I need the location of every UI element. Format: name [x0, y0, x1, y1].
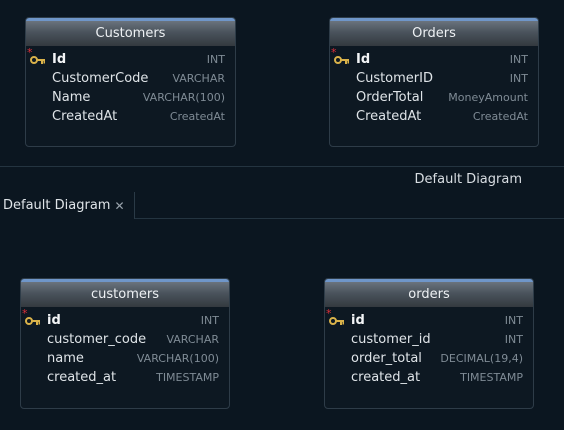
column-name: CreatedAt	[52, 109, 118, 124]
key-icon	[30, 56, 45, 64]
table-card[interactable]: Customers * Id INT CustomerCode VARCHAR Name VA…	[25, 17, 236, 147]
column-type: VARCHAR(100)	[142, 91, 225, 104]
table-card[interactable]: customers * id INT customer_code VARCHAR name V…	[20, 278, 230, 409]
column-name: CustomerID	[356, 71, 433, 86]
column-type: INT	[509, 72, 528, 85]
column-name: customer_code	[47, 332, 147, 347]
bottom-diagram-canvas[interactable]: customers * id INT customer_code VARCHAR name V…	[0, 219, 564, 430]
tab-default-diagram[interactable]: Default Diagram ✕	[0, 192, 135, 219]
column-type: INT	[509, 53, 528, 66]
column-type: VARCHAR	[166, 333, 219, 346]
table-title[interactable]: customers	[21, 279, 229, 307]
column-name: customer_id	[351, 332, 431, 347]
column-row[interactable]: order_total DECIMAL(19,4)	[325, 349, 533, 368]
column-row[interactable]: CreatedAt CreatedAt	[330, 107, 538, 126]
column-name: id	[351, 313, 365, 328]
column-type: CreatedAt	[472, 110, 528, 123]
column-row[interactable]: Name VARCHAR(100)	[26, 88, 235, 107]
column-row[interactable]: created_at TIMESTAMP	[21, 368, 229, 387]
column-row[interactable]: customer_code VARCHAR	[21, 330, 229, 349]
column-row[interactable]: * id INT	[325, 308, 533, 330]
column-name: Id	[52, 52, 67, 67]
column-type: INT	[200, 314, 219, 327]
column-type: CreatedAt	[169, 110, 225, 123]
column-row[interactable]: CustomerID INT	[330, 69, 538, 88]
column-list: * id INT customer_code VARCHAR name VARCHAR(10…	[21, 307, 229, 387]
table-card[interactable]: orders * id INT customer_id INT order_total DEC…	[324, 278, 534, 409]
table-title[interactable]: orders	[325, 279, 533, 307]
column-type: TIMESTAMP	[460, 371, 523, 384]
column-name: created_at	[47, 370, 117, 385]
column-row[interactable]: OrderTotal MoneyAmount	[330, 88, 538, 107]
column-type: TIMESTAMP	[156, 371, 219, 384]
column-name: Id	[356, 52, 371, 67]
column-row[interactable]: * id INT	[21, 308, 229, 330]
column-name: id	[47, 313, 61, 328]
table-title[interactable]: Customers	[26, 18, 235, 46]
column-name: CustomerCode	[52, 71, 149, 86]
diagram-tab-bar: Default Diagram ✕	[0, 192, 564, 219]
column-list: * Id INT CustomerID INT OrderTotal MoneyAmount…	[330, 46, 538, 126]
tab-label: Default Diagram	[3, 198, 111, 213]
column-name: OrderTotal	[356, 90, 424, 105]
column-row[interactable]: name VARCHAR(100)	[21, 349, 229, 368]
close-icon[interactable]: ✕	[114, 199, 124, 213]
column-row[interactable]: * Id INT	[330, 47, 538, 69]
column-type: INT	[504, 314, 523, 327]
column-row[interactable]: * Id INT	[26, 47, 235, 69]
column-list: * id INT customer_id INT order_total DECIMAL(1…	[325, 307, 533, 387]
column-name: CreatedAt	[356, 109, 422, 124]
column-row[interactable]: created_at TIMESTAMP	[325, 368, 533, 387]
column-type: MoneyAmount	[448, 91, 528, 104]
column-name: order_total	[351, 351, 422, 366]
column-type: INT	[206, 53, 225, 66]
column-type: VARCHAR	[172, 72, 225, 85]
table-card[interactable]: Orders * Id INT CustomerID INT OrderTotal Money…	[329, 17, 539, 147]
table-title[interactable]: Orders	[330, 18, 538, 46]
column-type: INT	[504, 333, 523, 346]
key-icon	[25, 317, 40, 325]
column-row[interactable]: CreatedAt CreatedAt	[26, 107, 235, 126]
top-diagram-canvas[interactable]: Customers * Id INT CustomerCode VARCHAR Name VA…	[0, 0, 564, 167]
column-row[interactable]: CustomerCode VARCHAR	[26, 69, 235, 88]
key-icon	[329, 317, 344, 325]
column-name: Name	[52, 90, 91, 105]
key-icon	[334, 56, 349, 64]
diagram-title: Default Diagram	[414, 172, 522, 187]
column-list: * Id INT CustomerCode VARCHAR Name VARCHAR(100…	[26, 46, 235, 126]
column-name: name	[47, 351, 84, 366]
column-type: DECIMAL(19,4)	[440, 352, 523, 365]
column-name: created_at	[351, 370, 421, 385]
column-type: VARCHAR(100)	[136, 352, 219, 365]
column-row[interactable]: customer_id INT	[325, 330, 533, 349]
